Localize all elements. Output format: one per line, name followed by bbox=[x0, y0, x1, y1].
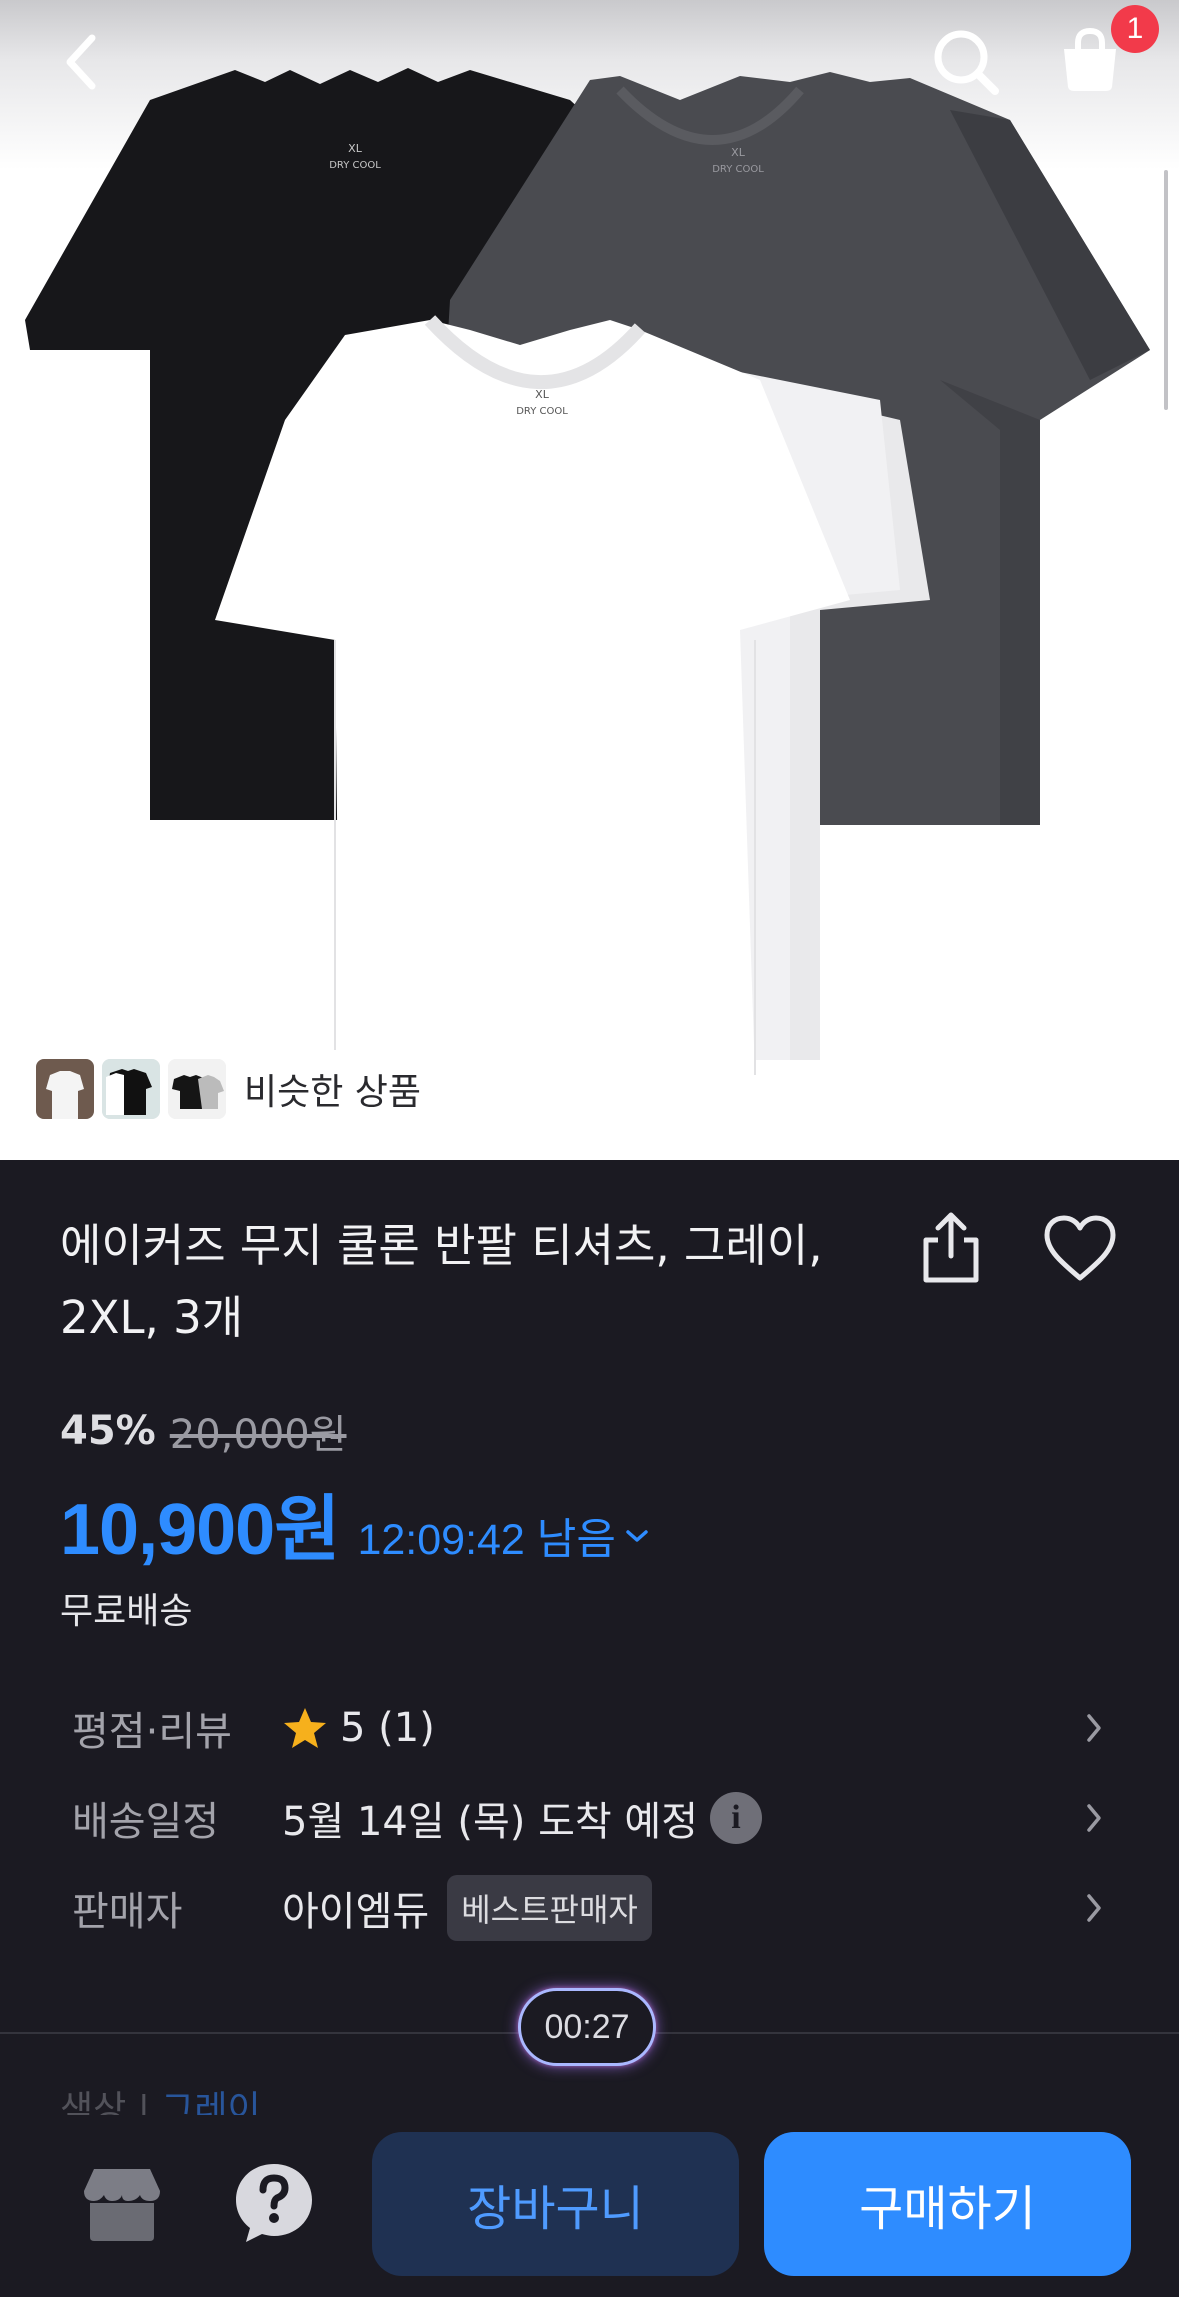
chevron-right-icon bbox=[1087, 1804, 1101, 1832]
free-shipping-label: 무료배송 bbox=[60, 1591, 193, 1632]
similar-thumbnail bbox=[168, 1059, 226, 1119]
product-photo: XL DRY COOL XL DRY COOL XL DRY COOL bbox=[25, 68, 1168, 1076]
discount-percent: 45% bbox=[60, 1408, 156, 1454]
store-icon bbox=[84, 2169, 160, 2241]
search-icon bbox=[934, 30, 999, 95]
heart-icon bbox=[1044, 1215, 1116, 1281]
chevron-left-icon bbox=[66, 34, 96, 90]
original-price: 20,000원 bbox=[169, 1412, 347, 1458]
cart-count-badge: 1 bbox=[1111, 5, 1159, 53]
wishlist-button[interactable] bbox=[1043, 1214, 1117, 1284]
svg-text:DRY COOL: DRY COOL bbox=[329, 160, 381, 171]
similar-thumbnail bbox=[102, 1059, 160, 1119]
back-button[interactable] bbox=[50, 30, 114, 94]
video-timer-badge[interactable]: 00:27 bbox=[518, 1988, 656, 2066]
rating-value: 5 (1) bbox=[340, 1705, 435, 1751]
rating-review-row[interactable]: 평점·리뷰 5 (1) bbox=[72, 1693, 1120, 1763]
seller-name: 아이엠듀 bbox=[282, 1889, 430, 1935]
svg-text:XL: XL bbox=[535, 388, 550, 401]
similar-products-label: 비슷한 상품 bbox=[244, 1072, 422, 1113]
similar-products-button[interactable]: 비슷한 상품 bbox=[22, 1050, 448, 1128]
search-button[interactable] bbox=[928, 24, 1004, 100]
buy-now-button[interactable]: 구매하기 bbox=[764, 2132, 1131, 2276]
sale-price: 10,900원 bbox=[60, 1490, 340, 1570]
share-icon bbox=[923, 1212, 979, 1283]
similar-thumbnail bbox=[36, 1059, 94, 1119]
question-bubble-icon bbox=[236, 2164, 312, 2242]
svg-text:DRY COOL: DRY COOL bbox=[516, 406, 568, 417]
product-title: 에이커즈 무지 쿨론 반팔 티셔츠, 그레이, 2XL, 3개 bbox=[60, 1219, 823, 1344]
discount-row: 45% 20,000원 bbox=[60, 1402, 347, 1460]
rating-label: 평점·리뷰 bbox=[72, 1709, 232, 1755]
star-icon bbox=[284, 1708, 326, 1748]
help-button[interactable] bbox=[232, 2160, 316, 2246]
delivery-label: 배송일정 bbox=[72, 1799, 220, 1845]
store-button[interactable] bbox=[80, 2165, 164, 2245]
deal-timer-label: 12:09:42 남음 bbox=[357, 1516, 616, 1564]
price-row: 10,900원 12:09:42 남음 bbox=[60, 1470, 650, 1575]
svg-text:XL: XL bbox=[348, 142, 363, 155]
svg-text:XL: XL bbox=[731, 146, 746, 159]
best-seller-badge: 베스트판매자 bbox=[447, 1875, 652, 1941]
chevron-right-icon bbox=[1087, 1714, 1101, 1742]
info-icon[interactable]: i bbox=[710, 1792, 763, 1844]
product-image-gallery[interactable]: XL DRY COOL XL DRY COOL XL DRY COOL 1 비슷… bbox=[0, 0, 1179, 1160]
delivery-schedule-row[interactable]: 배송일정 5월 14일 (목) 도착 예정 i bbox=[72, 1783, 1120, 1853]
deal-timer[interactable]: 12:09:42 남음 bbox=[357, 1505, 649, 1567]
seller-label: 판매자 bbox=[72, 1889, 183, 1935]
chevron-right-icon bbox=[1087, 1894, 1101, 1922]
svg-text:DRY COOL: DRY COOL bbox=[712, 164, 764, 175]
chevron-down-icon bbox=[626, 1530, 648, 1542]
add-to-cart-button[interactable]: 장바구니 bbox=[372, 2132, 739, 2276]
seller-row[interactable]: 판매자 아이엠듀 베스트판매자 bbox=[72, 1873, 1120, 1943]
delivery-value: 5월 14일 (목) 도착 예정 bbox=[282, 1799, 699, 1845]
share-button[interactable] bbox=[918, 1210, 984, 1286]
